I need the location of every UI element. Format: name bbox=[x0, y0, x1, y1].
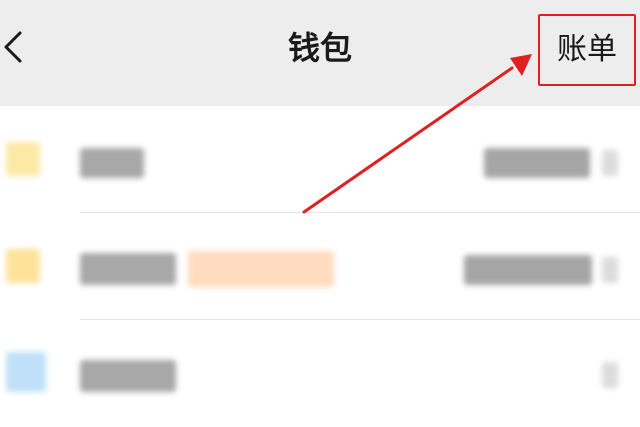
list-item-label bbox=[80, 360, 176, 392]
list-item-value bbox=[464, 255, 592, 285]
wallet-item-icon bbox=[6, 142, 40, 176]
wallet-screen: 钱包 账单 bbox=[0, 0, 640, 427]
back-button[interactable] bbox=[0, 22, 30, 72]
wallet-list bbox=[0, 106, 640, 427]
chevron-right-icon bbox=[602, 257, 618, 283]
wallet-item-icon bbox=[6, 352, 46, 392]
chevron-right-icon bbox=[602, 150, 618, 176]
bill-button[interactable]: 账单 bbox=[538, 14, 636, 86]
wallet-item-icon bbox=[6, 249, 40, 283]
list-item-label bbox=[80, 148, 144, 178]
list-item[interactable] bbox=[0, 320, 640, 426]
list-item-value bbox=[484, 148, 590, 178]
chevron-right-icon bbox=[602, 362, 618, 388]
list-item[interactable] bbox=[0, 213, 640, 319]
chevron-left-icon bbox=[4, 31, 22, 63]
list-item[interactable] bbox=[0, 106, 640, 212]
top-nav-bar: 钱包 账单 bbox=[0, 0, 640, 106]
promo-badge bbox=[188, 251, 334, 287]
bill-label: 账单 bbox=[557, 32, 617, 67]
list-item-label bbox=[80, 253, 176, 285]
